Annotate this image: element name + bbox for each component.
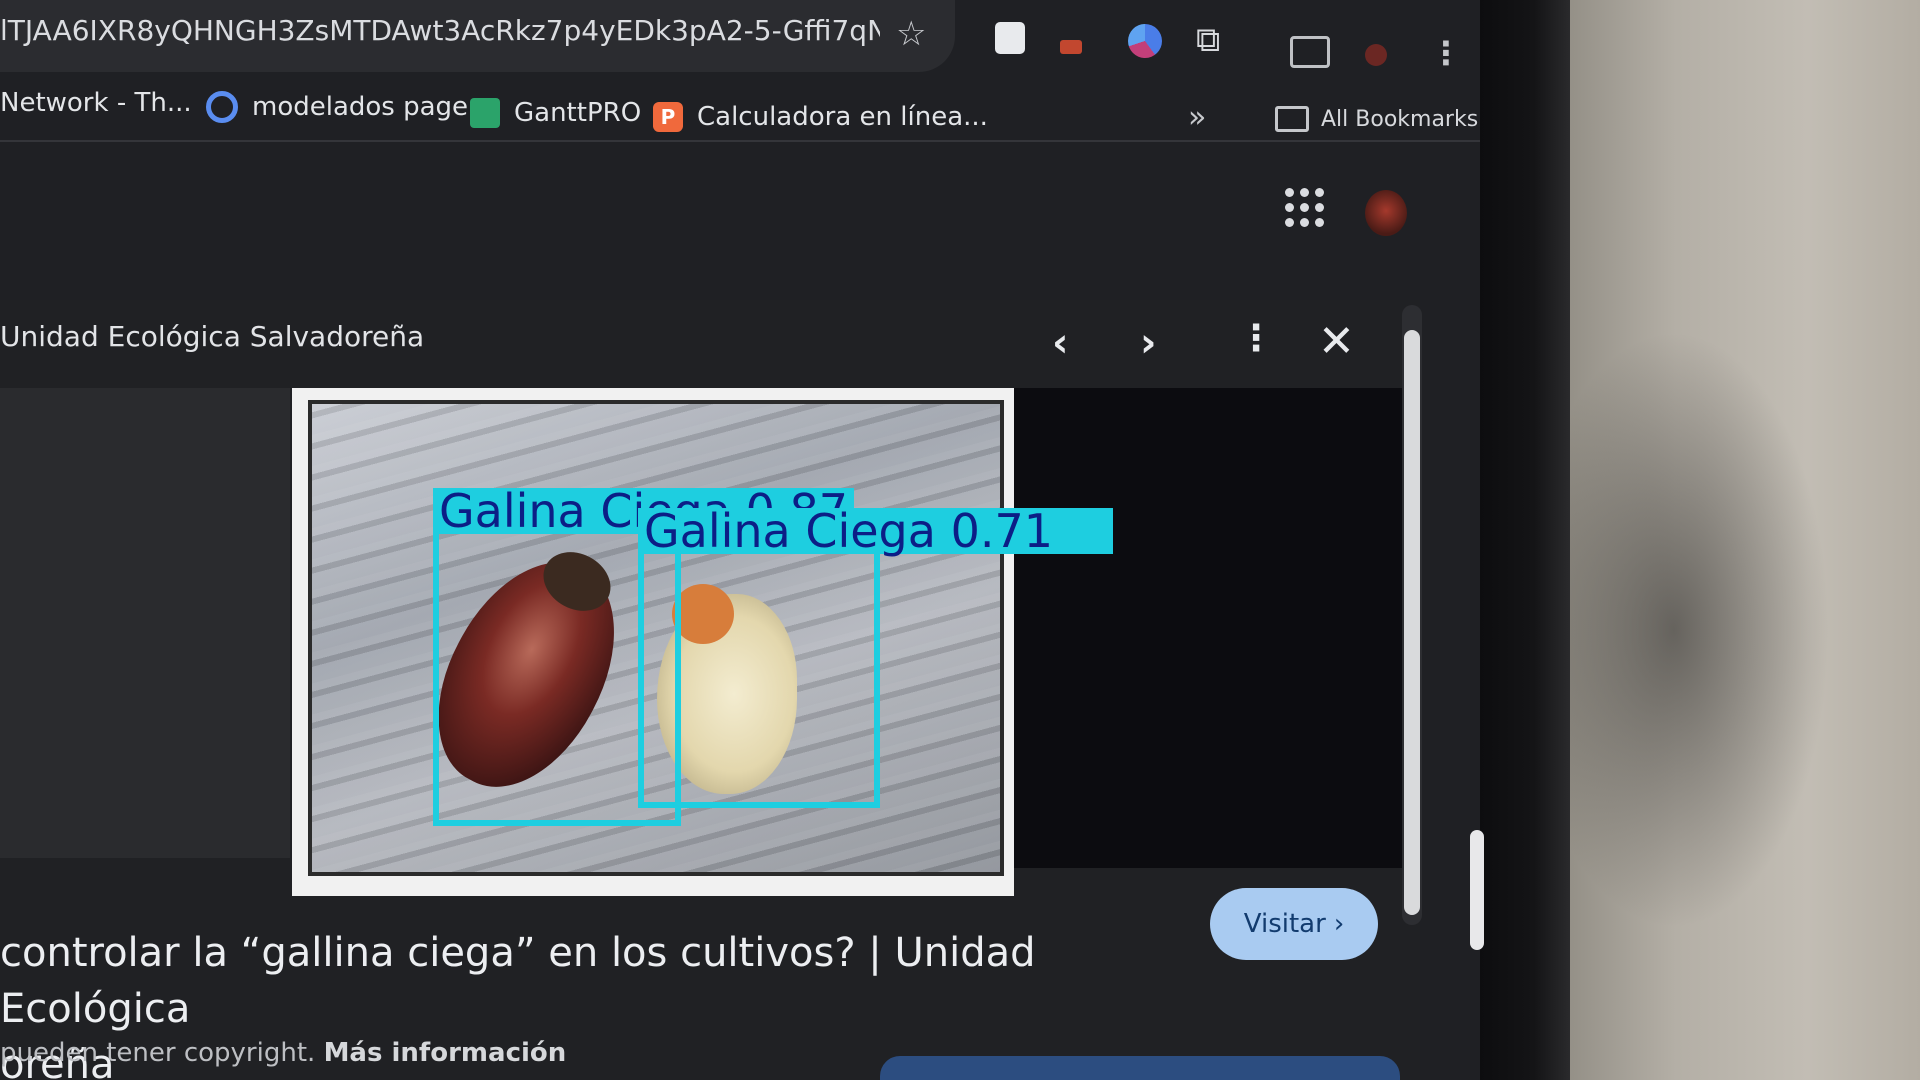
bookmark-favicon-icon (470, 98, 500, 128)
viewer-side-area (1010, 388, 1410, 868)
chevron-right-icon: › (1333, 909, 1345, 939)
extension-icon[interactable] (1128, 24, 1162, 58)
next-icon[interactable]: › (1140, 320, 1156, 366)
result-title-line: controlar la “gallina ciega” en los cult… (0, 930, 1036, 1032)
browser-screen: lTJAA6IXR8yQHNGH3ZsMTDAwt3AcRkz7p4yEDk3p… (0, 0, 1480, 1080)
address-bar[interactable]: lTJAA6IXR8yQHNGH3ZsMTDAwt3AcRkz7p4yEDk3p… (0, 0, 955, 72)
bookmark-favicon-icon (206, 91, 238, 123)
extension-icon[interactable] (1060, 40, 1082, 54)
puzzle-icon[interactable]: ⧉ (1196, 20, 1220, 60)
profile-icon[interactable] (1365, 44, 1387, 66)
bookmark-favicon-icon: P (653, 102, 683, 132)
source-name[interactable]: Unidad Ecológica Salvadoreña (0, 320, 424, 353)
bookmark-item[interactable]: modelados page (206, 81, 468, 133)
star-icon[interactable]: ☆ (896, 14, 926, 54)
cast-icon[interactable] (1290, 36, 1330, 68)
folder-icon (1275, 106, 1309, 132)
prev-icon[interactable]: ‹ (1052, 320, 1068, 366)
close-icon[interactable]: ✕ (1318, 316, 1355, 367)
all-bookmarks-label: All Bookmarks (1321, 106, 1479, 132)
all-bookmarks-button[interactable]: All Bookmarks (1275, 106, 1478, 132)
browser-menu-icon[interactable]: ⋮ (1430, 34, 1462, 72)
page-scrollbar-thumb[interactable] (1470, 830, 1484, 950)
url-text[interactable]: lTJAA6IXR8yQHNGH3ZsMTDAwt3AcRkz7p4yEDk3p… (0, 14, 880, 54)
visit-label: Visitar (1243, 909, 1326, 939)
bookmark-label: Calculadora en línea... (697, 102, 988, 132)
bookmark-item[interactable]: P Calculadora en línea... (653, 91, 988, 143)
avatar[interactable] (1365, 190, 1407, 236)
viewer-side-area (0, 388, 290, 858)
scrollbar-thumb[interactable] (1404, 330, 1420, 915)
copyright-notice: pueden tener copyright. Más información (0, 1038, 566, 1068)
more-info-link[interactable]: Más información (324, 1038, 567, 1068)
bookmark-item[interactable]: GanttPRO (470, 87, 641, 139)
bookmark-item[interactable]: Network - Th... (0, 77, 192, 129)
wall-shadow (1570, 330, 1830, 930)
toolbar-divider (0, 140, 1480, 142)
visit-button[interactable]: Visitar › (1210, 888, 1378, 960)
detection-label: Galina Ciega 0.71 (638, 508, 1113, 554)
detection-box (638, 548, 880, 808)
apps-grid-icon[interactable] (1285, 188, 1325, 228)
more-bookmarks-icon[interactable]: » (1188, 100, 1206, 135)
extension-icon[interactable] (995, 22, 1025, 54)
bottom-strip (880, 1056, 1400, 1080)
copyright-text: pueden tener copyright. (0, 1038, 316, 1068)
monitor-bezel (1480, 0, 1570, 1080)
bookmark-label: GanttPRO (514, 98, 642, 128)
bookmarks-bar: Network - Th... modelados page GanttPRO … (0, 75, 1480, 135)
bookmark-label: Network - Th... (0, 88, 192, 118)
more-options-icon[interactable]: ⋮ (1238, 318, 1274, 359)
bookmark-label: modelados page (252, 92, 469, 122)
